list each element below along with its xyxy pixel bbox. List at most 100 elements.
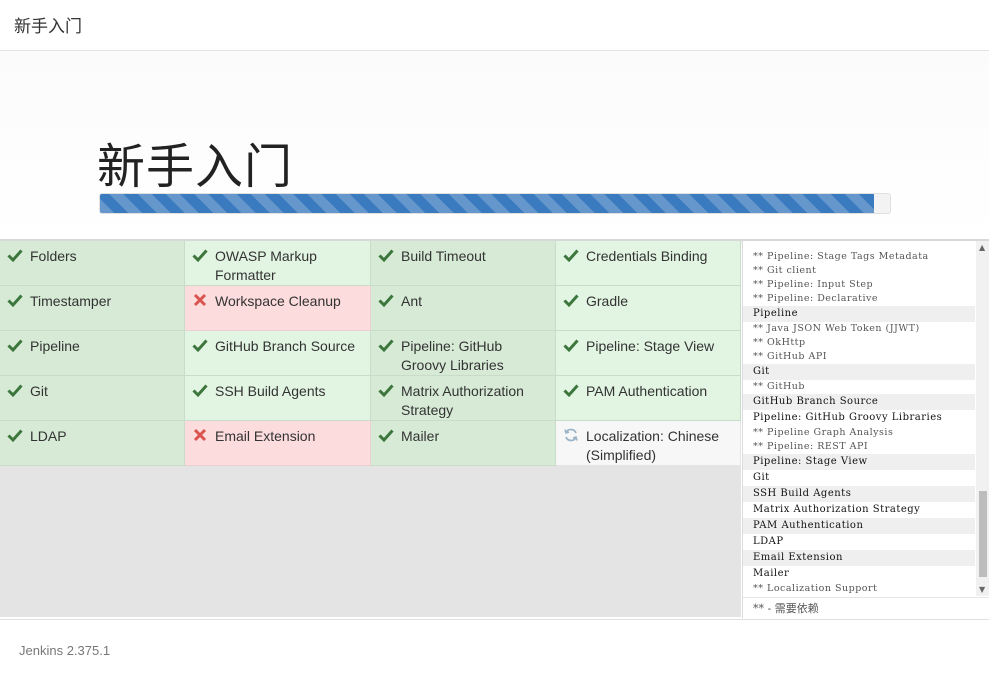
plugin-install-panel: Folders OWASP Markup Formatter Build Timeo… — [0, 241, 741, 617]
hero-heading: 新手入门 — [97, 139, 294, 195]
plugin-item: Build Timeout — [371, 241, 556, 286]
log-legend: ** - 需要依赖 — [743, 597, 989, 618]
log-line: ** OkHttp — [753, 337, 806, 348]
check-icon — [7, 337, 23, 353]
check-icon — [7, 382, 23, 398]
check-icon — [192, 247, 208, 263]
plugin-name: SSH Build Agents — [215, 383, 326, 399]
log-line: SSH Build Agents — [743, 486, 975, 502]
log-line: Pipeline — [743, 306, 975, 322]
install-log[interactable]: ** Pipeline: Stage Tags Metadata ** Git c… — [743, 244, 975, 596]
log-line: ** Java JSON Web Token (JJWT) — [753, 323, 920, 334]
plugin-item: Email Extension — [185, 421, 371, 466]
log-line: ** Localization Support — [753, 583, 878, 594]
plugin-name: Matrix Authorization Strategy — [401, 383, 524, 418]
log-line: ** GitHub API — [753, 351, 827, 362]
log-line: Pipeline: Stage View — [743, 454, 975, 470]
install-progress-bar — [99, 193, 891, 214]
plugin-name: Email Extension — [215, 428, 316, 444]
log-line: ** Git client — [753, 265, 817, 276]
plugin-item: Pipeline: Stage View — [556, 331, 741, 376]
check-icon — [563, 337, 579, 353]
plugin-item: Folders — [0, 241, 185, 286]
log-scrollbar[interactable]: ▲ ▼ — [976, 241, 989, 596]
log-line: Git — [743, 364, 975, 380]
log-line: PAM Authentication — [743, 518, 975, 534]
check-icon — [378, 382, 394, 398]
log-line: ** Pipeline: Declarative — [753, 293, 879, 304]
check-icon — [192, 382, 208, 398]
progress-fill — [100, 194, 875, 213]
scroll-up-icon[interactable]: ▲ — [979, 243, 985, 252]
check-icon — [378, 427, 394, 443]
log-line: Matrix Authorization Strategy — [753, 504, 921, 515]
plugin-name: Folders — [30, 248, 77, 264]
plugin-name: Gradle — [586, 293, 629, 309]
check-icon — [563, 382, 579, 398]
check-icon — [563, 247, 579, 263]
plugin-name: PAM Authentication — [586, 383, 708, 399]
plugin-name: Pipeline: Stage View — [586, 338, 715, 354]
plugin-name: Build Timeout — [401, 248, 486, 264]
check-icon — [378, 337, 394, 353]
plugin-name: Credentials Binding — [586, 248, 708, 264]
log-line: ** Pipeline Graph Analysis — [753, 427, 894, 438]
plugin-item: GitHub Branch Source — [185, 331, 371, 376]
plugin-name: LDAP — [30, 428, 67, 444]
plugin-item: Localization: Chinese (Simplified) — [556, 421, 741, 466]
plugin-item: Credentials Binding — [556, 241, 741, 286]
plugin-name: Localization: Chinese (Simplified) — [586, 428, 720, 463]
cross-icon — [192, 427, 208, 443]
plugin-item: PAM Authentication — [556, 376, 741, 421]
check-icon — [378, 292, 394, 308]
log-line: Mailer — [753, 568, 790, 579]
plugin-item: Mailer — [371, 421, 556, 466]
plugin-item: Pipeline — [0, 331, 185, 376]
check-icon — [7, 247, 23, 263]
plugin-item: OWASP Markup Formatter — [185, 241, 371, 286]
check-icon — [7, 292, 23, 308]
plugin-item: Matrix Authorization Strategy — [371, 376, 556, 421]
plugin-grid: Folders OWASP Markup Formatter Build Timeo… — [0, 241, 741, 466]
cross-icon — [192, 292, 208, 308]
plugin-item: Gradle — [556, 286, 741, 331]
check-icon — [378, 247, 394, 263]
jenkins-version: Jenkins 2.375.1 — [19, 643, 111, 658]
plugin-name: Pipeline — [30, 338, 80, 354]
plugin-name: Ant — [401, 293, 423, 309]
check-icon — [7, 427, 23, 443]
plugin-name: Mailer — [401, 428, 440, 444]
log-line: ** Pipeline: Input Step — [753, 279, 874, 290]
hero-section: 新手入门 — [0, 51, 989, 241]
log-line: Email Extension — [743, 550, 975, 566]
plugin-item: SSH Build Agents — [185, 376, 371, 421]
plugin-item: LDAP — [0, 421, 185, 466]
plugin-item: Ant — [371, 286, 556, 331]
plugin-item: Workspace Cleanup — [185, 286, 371, 331]
install-log-panel[interactable]: ** Pipeline: Stage Tags Metadata ** Git c… — [742, 241, 989, 618]
footer: Jenkins 2.375.1 — [0, 619, 989, 675]
check-icon — [563, 292, 579, 308]
top-bar: 新手入门 — [0, 0, 989, 51]
log-line: Git — [753, 472, 770, 483]
check-icon — [192, 337, 208, 353]
plugin-name: Pipeline: GitHub Groovy Libraries — [401, 338, 504, 373]
plugin-item: Pipeline: GitHub Groovy Libraries — [371, 331, 556, 376]
plugin-name: Workspace Cleanup — [215, 293, 341, 309]
spinner-icon — [563, 427, 579, 443]
log-line: ** Pipeline: Stage Tags Metadata — [753, 251, 929, 262]
plugin-name: GitHub Branch Source — [215, 338, 356, 354]
log-line: ** Pipeline: REST API — [753, 441, 869, 452]
plugin-item: Git — [0, 376, 185, 421]
scrollbar-thumb[interactable] — [979, 491, 987, 577]
log-line: GitHub Branch Source — [743, 394, 975, 410]
plugin-name: OWASP Markup Formatter — [215, 248, 317, 283]
plugin-name: Timestamper — [30, 293, 112, 309]
page-title: 新手入门 — [14, 17, 82, 37]
plugin-item: Timestamper — [0, 286, 185, 331]
log-line: ** GitHub — [753, 381, 805, 392]
plugin-name: Git — [30, 383, 48, 399]
scroll-down-icon[interactable]: ▼ — [979, 585, 985, 594]
log-line: Pipeline: GitHub Groovy Libraries — [753, 412, 943, 423]
log-line: LDAP — [753, 536, 784, 547]
